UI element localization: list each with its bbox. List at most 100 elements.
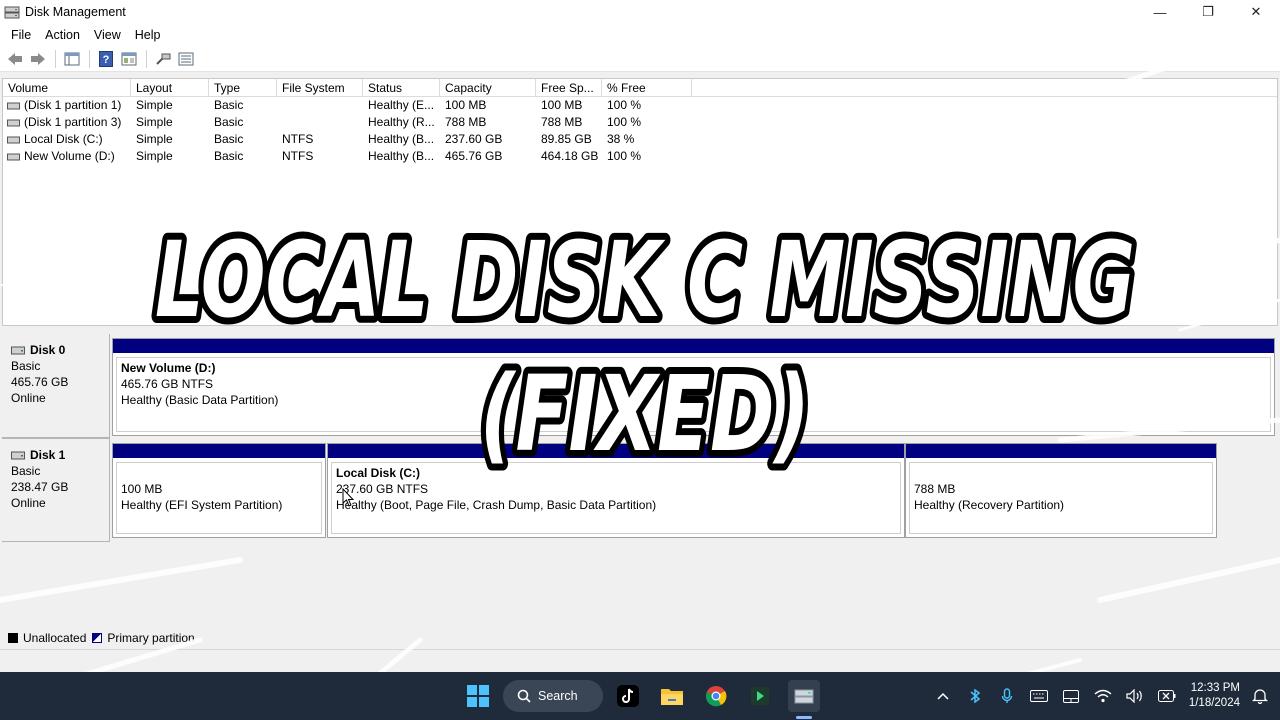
partition-status: Healthy (Boot, Page File, Crash Dump, Ba… <box>336 498 657 512</box>
volume-button[interactable] <box>1123 684 1147 708</box>
partition-local-disk-c[interactable]: Local Disk (C:) 237.60 GB NTFS Healthy (… <box>327 443 905 538</box>
active-app-indicator <box>796 716 812 719</box>
column-header-status[interactable]: Status <box>363 79 440 97</box>
disk-management-icon <box>794 689 814 704</box>
partition-size: 100 MB <box>121 482 163 496</box>
column-header-layout[interactable]: Layout <box>131 79 209 97</box>
minimize-button[interactable]: — <box>1136 0 1184 24</box>
disk-0-label[interactable]: Disk 0 Basic 465.76 GB Online <box>2 334 110 438</box>
column-header-capacity[interactable]: Capacity <box>440 79 536 97</box>
show-hidden-icons-button[interactable] <box>931 684 955 708</box>
table-row[interactable]: (Disk 1 partition 3) Simple Basic Healthy (… <box>3 114 1277 131</box>
back-button[interactable] <box>4 48 26 70</box>
partition-details: 100 MB Healthy (EFI System Partition) <box>116 462 322 534</box>
menu-action[interactable]: Action <box>38 28 87 42</box>
wifi-icon <box>1094 689 1112 703</box>
column-header-file-system[interactable]: File System <box>277 79 363 97</box>
file-explorer-app[interactable] <box>656 680 688 712</box>
volume-name: New Volume (D:) <box>24 149 115 163</box>
cell-percent-free: 100 % <box>607 115 642 129</box>
battery-button[interactable] <box>1155 684 1179 708</box>
pane-splitter[interactable] <box>0 326 1280 334</box>
volume-list-icon <box>178 52 194 65</box>
column-header-volume[interactable]: Volume <box>3 79 131 97</box>
cell-layout: Simple <box>136 149 173 163</box>
partition-details: Local Disk (C:) 237.60 GB NTFS Healthy (… <box>331 462 901 534</box>
disk-management-taskbar-app[interactable] <box>788 680 820 712</box>
tiktok-app[interactable] <box>612 680 644 712</box>
microphone-icon <box>1001 688 1013 703</box>
volume-list-button[interactable] <box>175 48 197 70</box>
properties-list-button[interactable] <box>61 48 83 70</box>
cell-layout: Simple <box>136 98 173 112</box>
disk-1-label[interactable]: Disk 1 Basic 238.47 GB Online <box>2 438 110 542</box>
cell-type: Basic <box>214 132 244 146</box>
start-button[interactable] <box>462 680 494 712</box>
system-tray: 12:33 PM 1/18/2024 <box>923 672 1272 720</box>
notifications-button[interactable] <box>1248 684 1272 708</box>
battery-icon <box>1157 690 1176 702</box>
partition-size: 465.76 GB NTFS <box>121 377 214 391</box>
keyboard-button[interactable] <box>1027 684 1051 708</box>
table-row[interactable]: (Disk 1 partition 1) Simple Basic Healthy (… <box>3 97 1277 114</box>
maximize-button[interactable]: ❐ <box>1184 0 1232 24</box>
forward-button[interactable] <box>27 48 49 70</box>
primary-partition-bar <box>113 444 325 458</box>
taskbar-clock[interactable]: 12:33 PM 1/18/2024 <box>1189 681 1240 711</box>
cell-status: Healthy (B... <box>368 132 435 146</box>
toolbar-separator <box>55 49 56 68</box>
tiktok-icon <box>617 685 639 707</box>
help-button[interactable]: ? <box>95 48 117 70</box>
close-button[interactable]: ✕ <box>1232 0 1280 24</box>
volume-name: Local Disk (C:) <box>24 132 103 146</box>
cell-percent-free: 100 % <box>607 149 642 163</box>
cell-type: Basic <box>214 115 244 129</box>
chrome-app[interactable] <box>700 680 732 712</box>
help-icon: ? <box>99 50 113 67</box>
cell-capacity: 237.60 GB <box>445 132 503 146</box>
bluetooth-icon <box>970 688 981 704</box>
wifi-button[interactable] <box>1091 684 1115 708</box>
cell-file-system <box>277 114 363 131</box>
menu-view[interactable]: View <box>87 28 128 42</box>
menu-help[interactable]: Help <box>128 28 168 42</box>
column-header-type[interactable]: Type <box>209 79 277 97</box>
table-row[interactable]: New Volume (D:) Simple Basic NTFS Healthy (B… <box>3 148 1277 165</box>
console-tree-button[interactable] <box>118 48 140 70</box>
table-row[interactable]: Local Disk (C:) Simple Basic NTFS Healthy (B… <box>3 131 1277 148</box>
search-icon <box>517 689 531 703</box>
disk-1-name-row: Disk 1 <box>11 447 109 463</box>
cell-capacity: 100 MB <box>445 98 487 112</box>
microphone-button[interactable] <box>995 684 1019 708</box>
store-app[interactable] <box>744 680 776 712</box>
column-header-free-space[interactable]: Free Sp... <box>536 79 602 97</box>
connect-disk-button[interactable] <box>152 48 174 70</box>
partition-recovery[interactable]: 788 MB Healthy (Recovery Partition) <box>905 443 1217 538</box>
speaker-icon <box>1126 689 1142 703</box>
status-bar <box>0 649 1280 672</box>
disk-status: Online <box>11 391 46 405</box>
partition-new-volume-d[interactable]: New Volume (D:) 465.76 GB NTFS Healthy (… <box>112 338 1275 436</box>
partition-efi-system[interactable]: 100 MB Healthy (EFI System Partition) <box>112 443 326 538</box>
volume-name: (Disk 1 partition 3) <box>24 115 122 129</box>
bluetooth-button[interactable] <box>963 684 987 708</box>
cell-volume: (Disk 1 partition 3) <box>3 114 131 131</box>
touchpad-button[interactable] <box>1059 684 1083 708</box>
taskbar-search[interactable]: Search <box>503 680 603 712</box>
primary-partition-bar <box>906 444 1216 458</box>
primary-partition-bar <box>328 444 904 458</box>
cell-status: Healthy (E... <box>368 98 435 112</box>
menu-file[interactable]: File <box>4 28 38 42</box>
toolbar: ? <box>0 46 1280 72</box>
cell-percent-free: 100 % <box>607 98 642 112</box>
chevron-up-icon <box>937 692 949 700</box>
cell-percent-free: 38 % <box>607 132 635 146</box>
toolbar-separator <box>146 49 147 68</box>
primary-partition-swatch <box>92 633 103 643</box>
disk-0-name-row: Disk 0 <box>11 342 109 358</box>
volume-disk-icon <box>7 153 20 160</box>
file-explorer-icon <box>661 689 683 705</box>
column-header-percent-free[interactable]: % Free <box>602 79 692 97</box>
legend-primary-label: Primary partition <box>107 631 195 645</box>
cell-type: Basic <box>214 149 244 163</box>
